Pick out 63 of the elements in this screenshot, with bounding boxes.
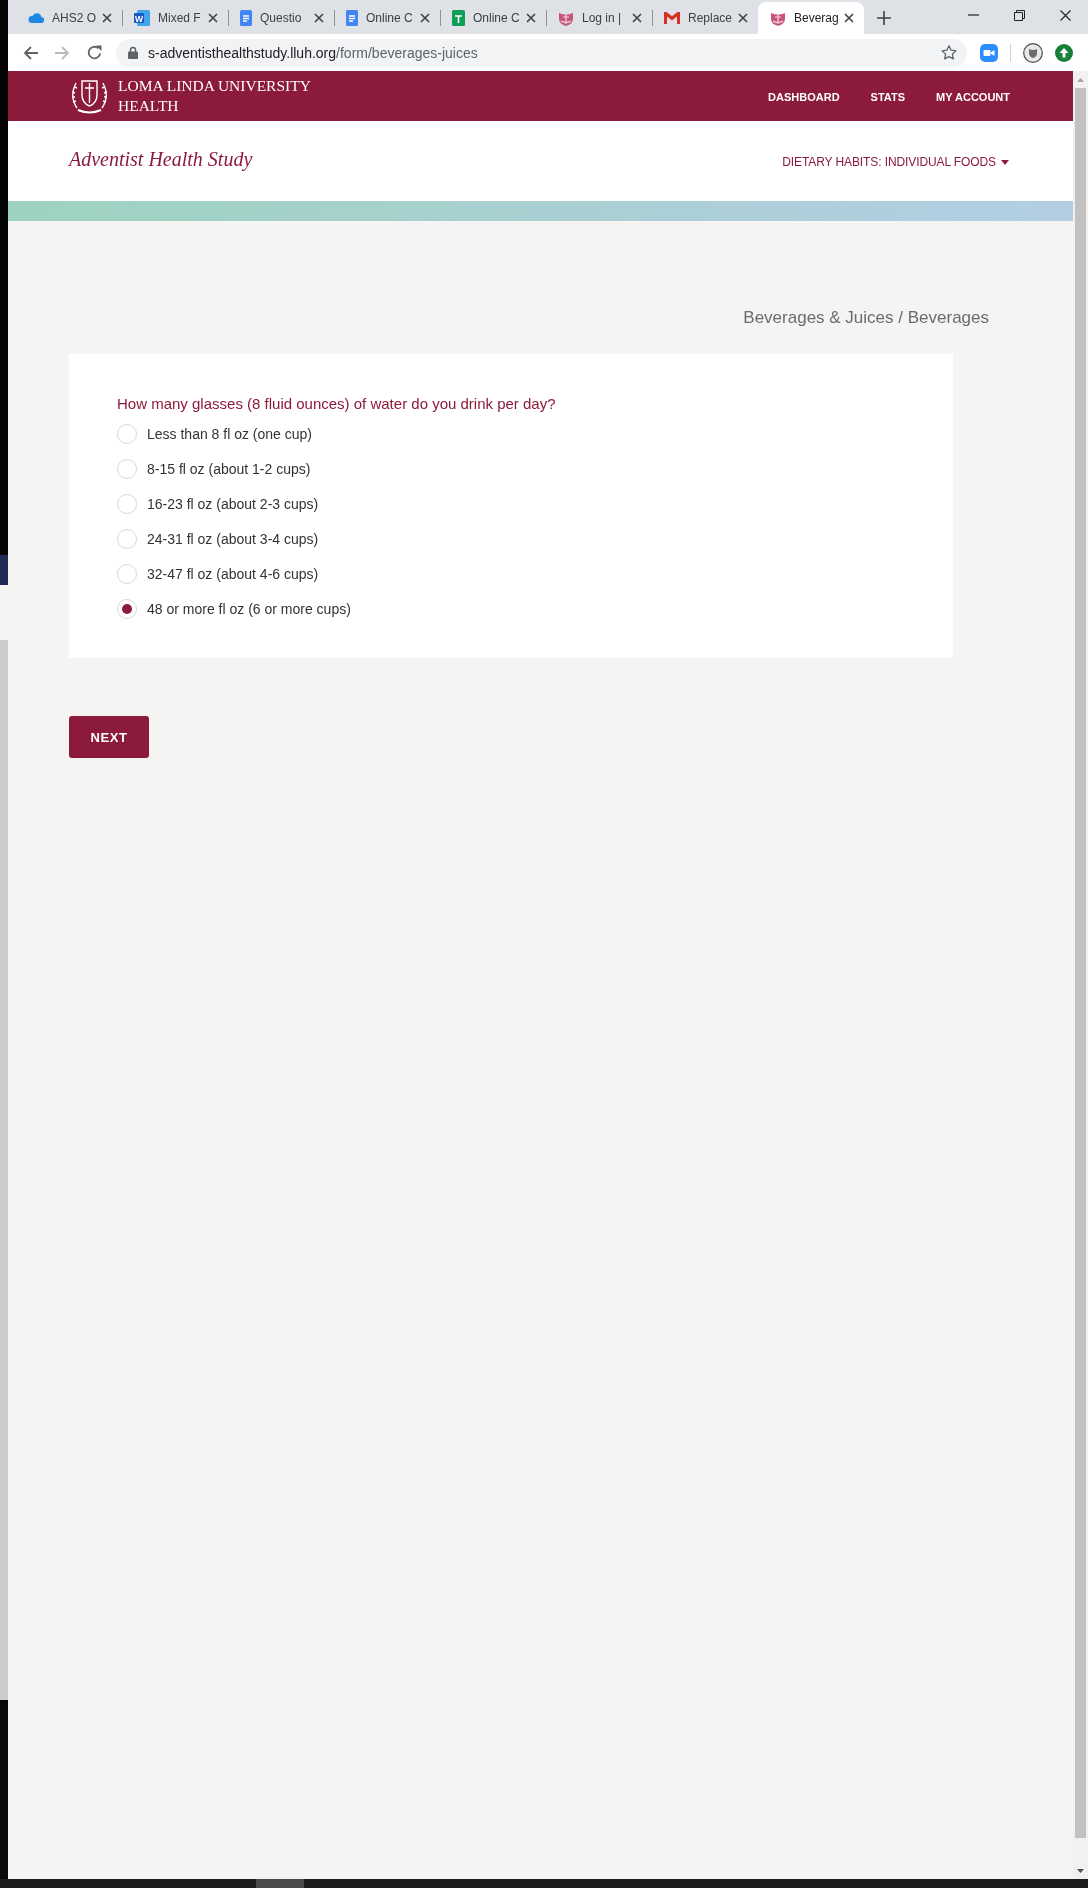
address-bar[interactable]: s-adventisthealthstudy.lluh.org/form/beverages-juices bbox=[116, 38, 967, 67]
browser-tab[interactable]: W Mixed F bbox=[122, 2, 228, 34]
browser-tab[interactable]: Questio bbox=[228, 2, 334, 34]
nav-link[interactable]: STATS bbox=[870, 91, 906, 103]
plus-icon[interactable] bbox=[877, 11, 891, 25]
url-text: s-adventisthealthstudy.lluh.org/form/beverages-juices bbox=[148, 44, 478, 61]
scrollbar-thumb[interactable] bbox=[1075, 88, 1086, 1838]
scrollbar[interactable] bbox=[1073, 71, 1088, 1879]
option-label[interactable]: Less than 8 fl oz (one cup) bbox=[147, 425, 312, 442]
video-camera-icon[interactable] bbox=[980, 43, 998, 62]
spreadsheet-icon bbox=[452, 10, 465, 26]
breadcrumb: Beverages & Juices / Beverages bbox=[743, 308, 989, 328]
radio-button[interactable] bbox=[117, 458, 137, 479]
section-menu[interactable]: DIETARY HABITS: INDIVIDUAL FOODS bbox=[782, 155, 1009, 169]
scroll-down-arrow-icon[interactable] bbox=[1077, 1868, 1084, 1873]
browser-tab[interactable]: Log in | bbox=[546, 2, 652, 34]
document-icon bbox=[346, 10, 358, 26]
option-label[interactable]: 32-47 fl oz (about 4-6 cups) bbox=[147, 565, 319, 582]
up-arrow-circle-icon[interactable] bbox=[1055, 43, 1073, 62]
close-icon[interactable] bbox=[738, 13, 748, 23]
document-icon: W bbox=[134, 10, 150, 26]
option-label[interactable]: 8-15 fl oz (about 1-2 cups) bbox=[147, 460, 311, 477]
close-icon[interactable] bbox=[1059, 9, 1071, 21]
close-icon[interactable] bbox=[102, 13, 112, 23]
lock-icon bbox=[128, 46, 138, 59]
browser-tab[interactable]: AHS2 O bbox=[16, 2, 122, 34]
option-label[interactable]: 24-31 fl oz (about 3-4 cups) bbox=[147, 530, 319, 547]
crest-icon bbox=[770, 10, 786, 26]
question-text: How many glasses (8 fluid ounces) of water do you drink per day? bbox=[117, 395, 556, 413]
next-button[interactable]: NEXT bbox=[69, 716, 149, 758]
avatar-icon[interactable] bbox=[1023, 42, 1043, 63]
radio-button[interactable] bbox=[117, 493, 137, 514]
radio-button[interactable] bbox=[117, 423, 137, 444]
close-icon[interactable] bbox=[632, 13, 642, 23]
close-icon[interactable] bbox=[844, 13, 854, 23]
university-name: LOMA LINDA UNIVERSITY HEALTH bbox=[118, 76, 311, 116]
site-title: Adventist Health Study bbox=[69, 148, 253, 171]
browser-tab[interactable]: Beverag bbox=[758, 2, 864, 34]
close-icon[interactable] bbox=[420, 13, 430, 23]
close-icon[interactable] bbox=[314, 13, 324, 23]
close-icon[interactable] bbox=[208, 13, 218, 23]
radio-button[interactable] bbox=[117, 598, 137, 619]
browser-tab[interactable]: Online C bbox=[334, 2, 440, 34]
minimize-icon[interactable] bbox=[967, 14, 979, 16]
option-label[interactable]: 48 or more fl oz (6 or more cups) bbox=[147, 600, 351, 617]
option-label[interactable]: 16-23 fl oz (about 2-3 cups) bbox=[147, 495, 319, 512]
radio-button[interactable] bbox=[117, 563, 137, 584]
nav-link[interactable]: DASHBOARD bbox=[768, 91, 840, 103]
crest-logo bbox=[69, 77, 110, 115]
caret-icon bbox=[1001, 159, 1009, 165]
nav-link[interactable]: MY ACCOUNT bbox=[936, 91, 1010, 103]
browser-tab[interactable]: Replace bbox=[652, 2, 758, 34]
back-arrow-icon[interactable] bbox=[22, 45, 38, 60]
cloud-icon bbox=[28, 13, 44, 23]
reload-icon[interactable] bbox=[86, 45, 102, 60]
radio-button[interactable] bbox=[117, 528, 137, 549]
crest-icon bbox=[558, 10, 574, 26]
restore-icon[interactable] bbox=[1013, 9, 1025, 21]
document-icon bbox=[240, 10, 252, 26]
browser-tab[interactable]: Online C bbox=[440, 2, 546, 34]
close-icon[interactable] bbox=[526, 13, 536, 23]
bookmark-star-icon[interactable] bbox=[941, 45, 957, 60]
mail-icon bbox=[664, 12, 680, 24]
